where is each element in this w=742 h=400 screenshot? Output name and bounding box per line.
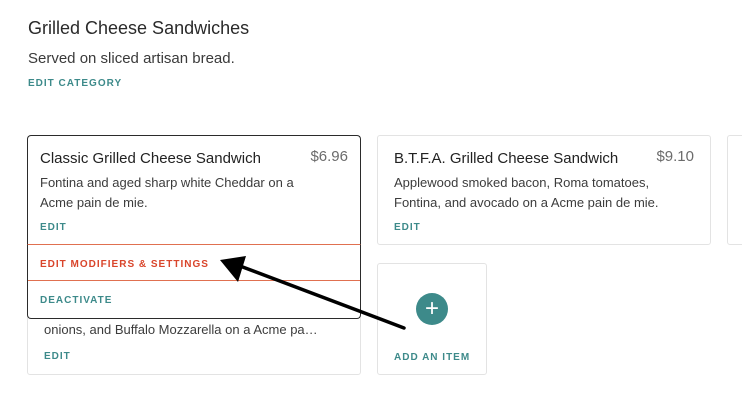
- edit-item-button[interactable]: EDIT: [44, 351, 71, 362]
- edit-item-button[interactable]: EDIT: [394, 222, 421, 233]
- deactivate-menu-item[interactable]: DEACTIVATE: [40, 295, 112, 306]
- add-item-button[interactable]: ADD AN ITEM: [394, 352, 470, 363]
- item-price: $6.96: [310, 148, 348, 165]
- item-name: Classic Grilled Cheese Sandwich: [40, 150, 261, 167]
- category-title: Grilled Cheese Sandwiches: [28, 18, 250, 38]
- plus-icon[interactable]: +: [416, 293, 448, 325]
- category-description: Served on sliced artisan bread.: [28, 50, 235, 67]
- edit-item-button[interactable]: EDIT: [40, 222, 67, 233]
- edit-category-button[interactable]: EDIT CATEGORY: [28, 78, 122, 89]
- item-card-partial[interactable]: [727, 135, 742, 245]
- item-actions-menu: EDIT MODIFIERS & SETTINGS DEACTIVATE: [27, 244, 361, 319]
- item-card-classic-grilled-cheese[interactable]: Classic Grilled Cheese Sandwich $6.96 Fo…: [27, 135, 361, 245]
- item-description: onions, and Buffalo Mozzarella on a Acme…: [44, 322, 318, 337]
- item-description: Applewood smoked bacon, Roma tomatoes, F…: [394, 175, 659, 210]
- item-card-btfa-grilled-cheese[interactable]: B.T.F.A. Grilled Cheese Sandwich $9.10 A…: [377, 135, 711, 245]
- item-description: Fontina and aged sharp white Cheddar on …: [40, 175, 294, 210]
- item-price: $9.10: [656, 148, 694, 165]
- add-item-card[interactable]: + ADD AN ITEM: [377, 263, 487, 375]
- edit-modifiers-settings-menu-item[interactable]: EDIT MODIFIERS & SETTINGS: [40, 259, 209, 270]
- item-name: B.T.F.A. Grilled Cheese Sandwich: [394, 150, 619, 167]
